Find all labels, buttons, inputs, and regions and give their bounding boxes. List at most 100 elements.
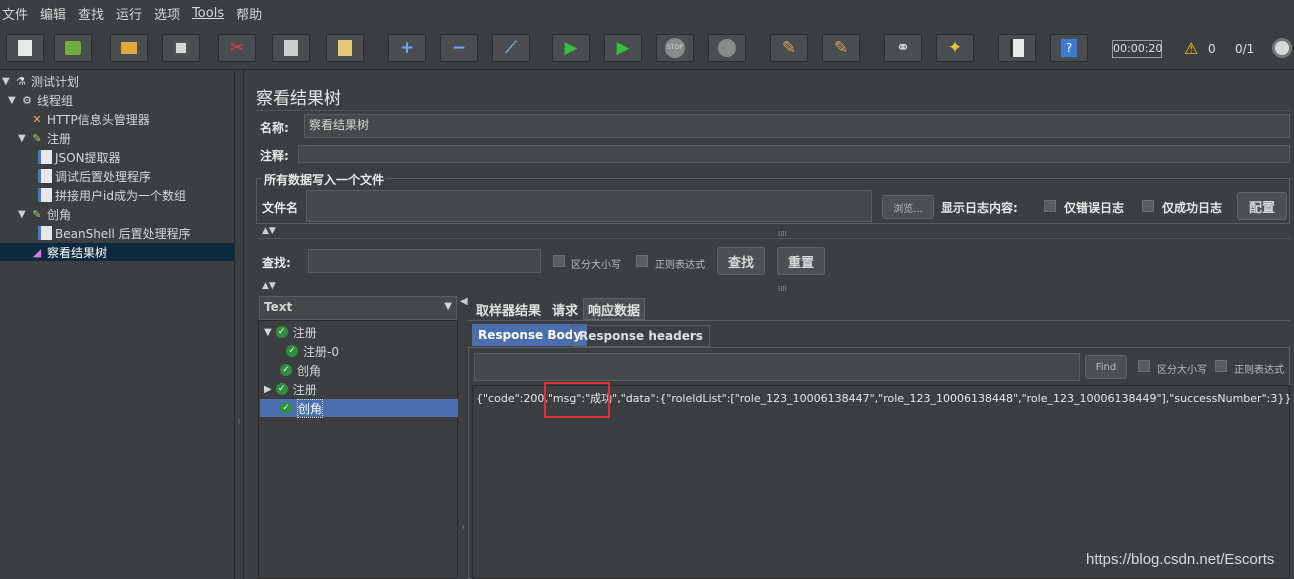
errors-only-label: 仅错误日志 xyxy=(1064,201,1125,215)
tree-item-join-user-ids[interactable]: 拼接用户id成为一个数组 xyxy=(38,186,186,204)
result-node[interactable]: ✓ 创角 xyxy=(280,361,321,379)
subtab-response-body[interactable]: Response Body xyxy=(472,324,588,346)
search-label: 查找: xyxy=(262,256,291,270)
highlight-box xyxy=(544,382,610,418)
collapse-icon[interactable]: − xyxy=(440,34,478,62)
help-icon[interactable]: ? xyxy=(1050,34,1088,62)
gear-icon: ⚙ xyxy=(22,93,32,107)
split-left-arrow[interactable]: ◀ xyxy=(460,296,468,307)
tree-item-http-header[interactable]: ✕ HTTP信息头管理器 xyxy=(30,110,149,128)
template-icon[interactable] xyxy=(54,34,92,62)
subtab-response-headers[interactable]: Response headers xyxy=(572,325,710,347)
start-icon[interactable]: ▶ xyxy=(552,34,590,62)
tree-item-test-plan[interactable]: ▼ ⚗ 测试计划 xyxy=(2,72,79,90)
errors-only-checkbox[interactable] xyxy=(1044,200,1056,212)
function-helper-icon[interactable] xyxy=(998,34,1036,62)
name-label: 名称: xyxy=(260,121,289,135)
doc-icon xyxy=(38,188,52,202)
success-only-checkbox[interactable] xyxy=(1142,200,1154,212)
splitter[interactable] xyxy=(234,70,244,579)
search-icon[interactable]: ⚭ xyxy=(884,34,922,62)
paste-icon[interactable] xyxy=(326,34,364,62)
stop-icon[interactable]: STOP xyxy=(656,34,694,62)
save-icon[interactable] xyxy=(162,34,200,62)
result-node[interactable]: ✓ 注册-0 xyxy=(286,342,339,360)
result-node[interactable]: ▶ ✓ 注册 xyxy=(264,380,317,398)
tree-item-thread-group[interactable]: ▼ ⚙ 线程组 xyxy=(8,91,73,109)
pen-icon: ✎ xyxy=(32,131,42,145)
cut-icon[interactable]: ✂ xyxy=(218,34,256,62)
menu-edit[interactable]: 编辑 xyxy=(40,4,66,23)
reset-search-icon[interactable]: ✦ xyxy=(936,34,974,62)
success-icon: ✓ xyxy=(275,326,288,338)
menu-run[interactable]: 运行 xyxy=(116,4,142,23)
collapse-arrows[interactable]: ▲▼ xyxy=(262,281,276,291)
body-case-label: 区分大小写 xyxy=(1157,365,1207,376)
comment-label: 注释: xyxy=(260,149,289,163)
browse-button[interactable]: 浏览... xyxy=(882,195,934,219)
clear-all-icon[interactable]: ✎ xyxy=(822,34,860,62)
shutdown-icon[interactable] xyxy=(708,34,746,62)
regex-checkbox[interactable] xyxy=(636,255,648,267)
body-search-input[interactable] xyxy=(474,353,1080,381)
menu-file[interactable]: 文件 xyxy=(2,4,28,23)
expand-icon[interactable]: + xyxy=(388,34,426,62)
renderer-select[interactable]: Text ▼ xyxy=(259,296,457,320)
tree-item-create-role[interactable]: ▼ ✎ 创角 xyxy=(18,205,71,223)
split-grip[interactable]: ⁞⁞⁞⁞ xyxy=(778,285,787,293)
split-grip[interactable]: ⁝ xyxy=(238,418,240,426)
chevron-down-icon: ▼ xyxy=(444,301,452,312)
test-plan-icon: ⚗ xyxy=(16,74,26,88)
menu-search[interactable]: 查找 xyxy=(78,4,104,23)
result-node-selected[interactable]: ✓ 创角 xyxy=(260,398,458,418)
tab-sampler-result[interactable]: 取样器结果 xyxy=(472,298,545,320)
tab-response-data[interactable]: 响应数据 xyxy=(583,298,646,320)
remote-icon[interactable] xyxy=(1272,38,1292,58)
tree-item-register[interactable]: ▼ ✎ 注册 xyxy=(18,129,71,147)
copy-icon[interactable] xyxy=(272,34,310,62)
result-node[interactable]: ▼ ✓ 注册 xyxy=(264,323,317,341)
configure-button[interactable]: 配置 xyxy=(1237,192,1287,220)
tree-item-beanshell[interactable]: BeanShell 后置处理程序 xyxy=(38,224,191,242)
start-no-pause-icon[interactable]: ▶ xyxy=(604,34,642,62)
tree-item-debug-postprocessor[interactable]: 调试后置处理程序 xyxy=(38,167,151,185)
menu-options[interactable]: 选项 xyxy=(154,4,180,23)
find-button[interactable]: 查找 xyxy=(717,247,765,275)
split-grip[interactable]: ⁝ xyxy=(462,524,464,532)
clear-icon[interactable]: ✎ xyxy=(770,34,808,62)
toolbar: ✂ + − ⟋ ▶ ▶ STOP ✎ ✎ ⚭ ✦ ? 00:00:20 ⚠ 0 … xyxy=(0,26,1294,70)
pen-icon: ✎ xyxy=(32,207,42,221)
case-sensitive-checkbox[interactable] xyxy=(553,255,565,267)
open-icon[interactable] xyxy=(110,34,148,62)
warning-icon[interactable]: ⚠ xyxy=(1184,39,1198,58)
comment-field[interactable] xyxy=(298,145,1290,163)
search-input[interactable] xyxy=(308,249,541,273)
wrench-icon: ✕ xyxy=(32,112,42,126)
name-field[interactable]: 察看结果树 xyxy=(304,114,1290,138)
toggle-icon[interactable]: ⟋ xyxy=(492,34,530,62)
filename-input[interactable] xyxy=(306,190,872,222)
body-regex-checkbox[interactable] xyxy=(1215,360,1227,372)
log-content-label: 显示日志内容: xyxy=(941,201,1018,215)
thread-count: 0/1 xyxy=(1235,42,1255,56)
success-icon: ✓ xyxy=(280,402,292,414)
menu-help[interactable]: 帮助 xyxy=(236,4,262,23)
regex-label: 正则表达式 xyxy=(655,260,705,271)
success-icon: ✓ xyxy=(280,364,292,376)
tab-request[interactable]: 请求 xyxy=(548,298,582,320)
new-icon[interactable] xyxy=(6,34,44,62)
success-icon: ✓ xyxy=(275,383,288,395)
body-case-checkbox[interactable] xyxy=(1138,360,1150,372)
body-find-button[interactable]: Find xyxy=(1085,355,1127,379)
menu-tools[interactable]: Tools xyxy=(192,6,224,21)
collapse-arrows[interactable]: ▲▼ xyxy=(262,226,276,236)
reset-button[interactable]: 重置 xyxy=(777,247,825,275)
case-sensitive-label: 区分大小写 xyxy=(571,260,621,271)
doc-icon xyxy=(38,226,52,240)
test-plan-tree: ▼ ⚗ 测试计划 ▼ ⚙ 线程组 ✕ HTTP信息头管理器 ▼ ✎ 注册 JSON提取器 调试… xyxy=(0,70,234,579)
tree-item-view-results[interactable]: ◢ 察看结果树 xyxy=(0,243,234,261)
body-regex-label: 正则表达式 xyxy=(1234,365,1284,376)
tree-item-json-extractor[interactable]: JSON提取器 xyxy=(38,148,121,166)
page-title: 察看结果树 xyxy=(256,89,341,109)
split-grip[interactable]: ⁞⁞⁞⁞ xyxy=(778,230,787,238)
